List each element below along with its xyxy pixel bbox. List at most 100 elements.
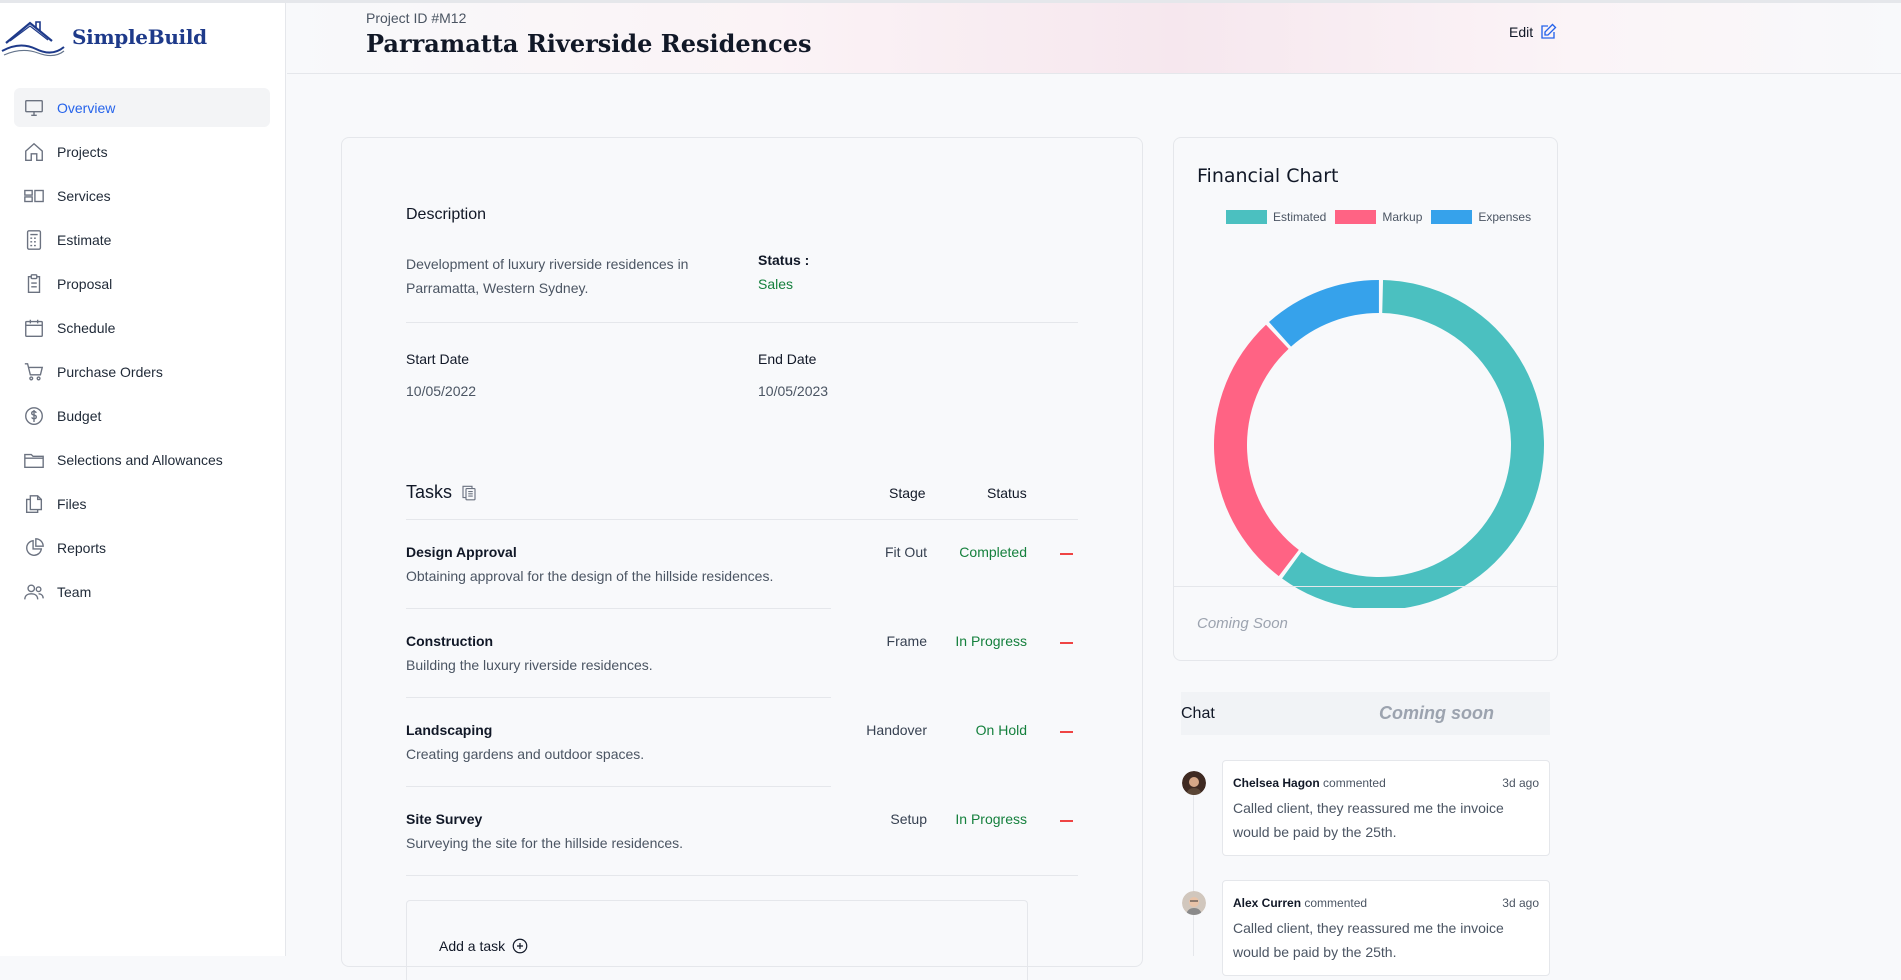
- tasks-title: Tasks: [406, 482, 478, 503]
- sidebar-item-files[interactable]: Files: [14, 484, 270, 523]
- add-task-label: Add a task: [439, 938, 506, 954]
- sidebar-item-overview[interactable]: Overview: [14, 88, 270, 127]
- copy-icon[interactable]: [460, 484, 478, 502]
- donut-slice-expenses[interactable]: [1269, 280, 1379, 347]
- chat-title: Chat: [1181, 705, 1215, 722]
- task-stage: Handover: [866, 722, 927, 738]
- end-date-value: 10/05/2023: [758, 383, 829, 399]
- task-description: Building the luxury riverside residences…: [406, 657, 653, 673]
- sidebar-item-purchase-orders[interactable]: Purchase Orders: [14, 352, 270, 391]
- sidebar-item-label: Overview: [57, 99, 116, 116]
- folder-icon: [24, 453, 44, 468]
- sidebar-item-budget[interactable]: Budget: [14, 396, 270, 435]
- task-status: Completed: [959, 544, 1027, 560]
- legend-item-expenses[interactable]: Expenses: [1431, 210, 1531, 224]
- task-stage: Frame: [886, 633, 927, 649]
- page-header: Project ID #M12 Parramatta Riverside Res…: [287, 3, 1901, 74]
- task-divider: [406, 697, 831, 698]
- comment-action: commented: [1323, 776, 1386, 790]
- comment-time: 3d ago: [1502, 776, 1539, 790]
- tasks-title-text: Tasks: [406, 482, 453, 502]
- task-row[interactable]: Design Approval Obtaining approval for t…: [406, 544, 1078, 633]
- task-name: Construction: [406, 633, 494, 649]
- remove-task-icon[interactable]: [1060, 642, 1073, 644]
- task-row[interactable]: Landscaping Creating gardens and outdoor…: [406, 722, 1078, 811]
- comment-action: commented: [1304, 896, 1368, 910]
- chart-footer-text: Coming Soon: [1197, 615, 1288, 632]
- edit-icon: [1541, 23, 1557, 39]
- comment-author: Alex Curren: [1233, 896, 1302, 910]
- column-header-stage: Stage: [889, 485, 926, 501]
- users-icon: [24, 583, 44, 599]
- app-logo[interactable]: SimpleBuild: [0, 17, 207, 57]
- task-stage: Setup: [890, 811, 927, 827]
- task-name: Design Approval: [406, 544, 517, 560]
- divider: [406, 519, 1078, 520]
- comment-author-line: Chelsea Hagon commented: [1233, 776, 1386, 790]
- sidebar-item-proposal[interactable]: Proposal: [14, 264, 270, 303]
- task-row[interactable]: Construction Building the luxury riversi…: [406, 633, 1078, 722]
- cart-icon: [24, 362, 44, 380]
- project-details-card: Description Development of luxury rivers…: [341, 137, 1143, 980]
- avatar: [1182, 891, 1206, 915]
- chat-comment: Alex Curren commented 3d ago Called clie…: [1222, 880, 1550, 976]
- sidebar-item-label: Purchase Orders: [57, 363, 163, 380]
- sidebar-item-selections[interactable]: Selections and Allowances: [14, 440, 270, 479]
- description-text: Development of luxury riverside residenc…: [406, 256, 689, 296]
- edit-button[interactable]: Edit: [1509, 23, 1557, 41]
- remove-task-icon[interactable]: [1060, 731, 1073, 733]
- sidebar-item-reports[interactable]: Reports: [14, 528, 270, 567]
- donut-slice-markup[interactable]: [1214, 324, 1299, 577]
- task-status: In Progress: [955, 633, 1027, 649]
- sidebar-item-label: Team: [57, 583, 92, 600]
- files-icon: [25, 494, 43, 513]
- comment-text: Called client, they reassured me the inv…: [1233, 920, 1504, 960]
- description-title: Description: [406, 206, 487, 223]
- status-value: Sales: [758, 276, 794, 292]
- remove-task-icon[interactable]: [1060, 553, 1073, 555]
- sidebar-item-projects[interactable]: Projects: [14, 132, 270, 171]
- calendar-icon: [25, 319, 43, 337]
- task-description: Creating gardens and outdoor spaces.: [406, 746, 645, 762]
- divider: [1174, 586, 1557, 587]
- task-row[interactable]: Site Survey Surveying the site for the h…: [406, 811, 1078, 900]
- comment-author: Chelsea Hagon: [1233, 776, 1320, 790]
- monitor-icon: [25, 99, 43, 116]
- financial-chart-card: Financial Chart Estimated Markup Expense…: [1173, 137, 1558, 661]
- avatar: [1182, 771, 1206, 795]
- chat-header: Chat Coming soon: [1181, 692, 1550, 735]
- chart-title: Financial Chart: [1197, 165, 1339, 187]
- sidebar-item-estimate[interactable]: Estimate: [14, 220, 270, 259]
- dollar-icon: [25, 406, 43, 425]
- page-title: Parramatta Riverside Residences: [366, 29, 812, 58]
- plus-circle-icon: [512, 938, 528, 954]
- add-task-panel: Add a task: [406, 900, 1028, 980]
- sidebar-item-label: Schedule: [57, 319, 116, 336]
- sidebar-item-label: Reports: [57, 539, 107, 556]
- start-date-label: Start Date: [406, 351, 470, 367]
- end-date-label: End Date: [758, 351, 817, 367]
- legend-item-markup[interactable]: Markup: [1335, 210, 1422, 224]
- task-status: On Hold: [975, 722, 1027, 738]
- legend-label: Markup: [1382, 210, 1423, 224]
- chat-timeline: [1193, 780, 1194, 956]
- pie-icon: [26, 537, 44, 556]
- add-task-button[interactable]: Add a task: [439, 937, 529, 955]
- legend-swatch: [1335, 210, 1377, 224]
- legend-label: Estimated: [1273, 210, 1327, 224]
- sidebar-item-label: Selections and Allowances: [57, 451, 223, 468]
- task-divider: [406, 786, 831, 787]
- sidebar-item-label: Services: [57, 187, 111, 204]
- sidebar-item-schedule[interactable]: Schedule: [14, 308, 270, 347]
- donut-slice-estimated[interactable]: [1282, 280, 1544, 608]
- legend-item-estimated[interactable]: Estimated: [1226, 210, 1326, 224]
- sidebar: SimpleBuild Overview Projects Services E…: [0, 3, 286, 956]
- sidebar-item-services[interactable]: Services: [14, 176, 270, 215]
- remove-task-icon[interactable]: [1060, 820, 1073, 822]
- task-status: In Progress: [955, 811, 1027, 827]
- comment-time: 3d ago: [1502, 896, 1539, 910]
- layout-icon: [24, 189, 44, 202]
- sidebar-item-team[interactable]: Team: [14, 572, 270, 611]
- project-id: Project ID #M12: [366, 10, 467, 26]
- comment-text: Called client, they reassured me the inv…: [1233, 800, 1504, 840]
